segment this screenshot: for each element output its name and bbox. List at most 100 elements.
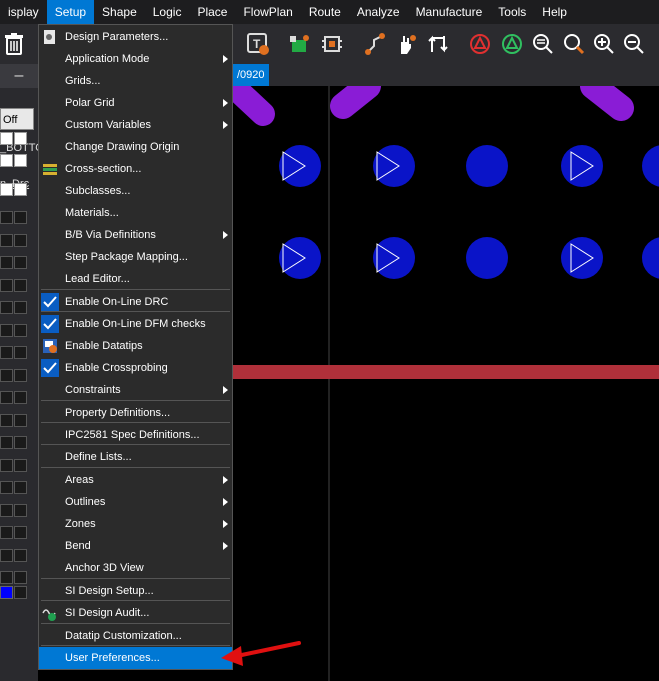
menu-item-polar-grid[interactable]: Polar Grid: [39, 92, 232, 114]
menu-item-zones[interactable]: Zones: [39, 513, 232, 535]
layer-color-swatch[interactable]: [0, 211, 13, 224]
zoom-fit-icon[interactable]: [560, 30, 588, 58]
menu-item-si-design-audit[interactable]: SI Design Audit...: [39, 602, 232, 624]
menu-item-define-lists[interactable]: Define Lists...: [39, 446, 232, 468]
menu-item-grids[interactable]: Grids...: [39, 70, 232, 92]
menu-item-lead-editor[interactable]: Lead Editor...: [39, 268, 232, 290]
menu-help[interactable]: Help: [534, 0, 575, 24]
layer-color-swatch[interactable]: [0, 526, 13, 539]
layer-color-swatch[interactable]: [0, 391, 13, 404]
layer-color-swatch[interactable]: [0, 154, 13, 167]
layer-color-swatch[interactable]: [14, 481, 27, 494]
menu-route[interactable]: Route: [301, 0, 349, 24]
drc-green-icon[interactable]: [498, 30, 526, 58]
layer-color-swatch[interactable]: [14, 586, 27, 599]
layer-color-swatch[interactable]: [0, 586, 13, 599]
menu-item-user-preferences[interactable]: User Preferences...: [39, 647, 232, 669]
menu-item-si-design-setup[interactable]: SI Design Setup...: [39, 580, 232, 602]
layer-color-swatch[interactable]: [14, 369, 27, 382]
menu-item-enable-crossprobing[interactable]: Enable Crossprobing: [39, 357, 232, 379]
drc-red-icon[interactable]: [466, 30, 494, 58]
layer-color-swatch[interactable]: [0, 436, 13, 449]
layer-color-swatch[interactable]: [0, 132, 13, 145]
menu-item-subclasses[interactable]: Subclasses...: [39, 180, 232, 202]
menu-item-property-definitions[interactable]: Property Definitions...: [39, 402, 232, 424]
route-icon[interactable]: [362, 30, 390, 58]
layer-color-swatch[interactable]: [14, 436, 27, 449]
menu-item-change-drawing-origin[interactable]: Change Drawing Origin: [39, 136, 232, 158]
menu-item-ipc2581-spec-definitions[interactable]: IPC2581 Spec Definitions...: [39, 424, 232, 446]
menu-item-datatip-customization[interactable]: Datatip Customization...: [39, 625, 232, 647]
zoom-in-icon[interactable]: [590, 30, 618, 58]
layer-color-swatch[interactable]: [0, 346, 13, 359]
layer-color-swatch[interactable]: [14, 526, 27, 539]
layer-color-swatch[interactable]: [14, 301, 27, 314]
delete-icon[interactable]: [0, 30, 28, 58]
menu-logic[interactable]: Logic: [145, 0, 190, 24]
layer-color-swatch[interactable]: [14, 459, 27, 472]
menu-item-design-parameters[interactable]: Design Parameters...: [39, 26, 232, 48]
menu-item-cross-section[interactable]: Cross-section...: [39, 158, 232, 180]
layer-color-swatch[interactable]: [14, 391, 27, 404]
menu-item-bend[interactable]: Bend: [39, 535, 232, 557]
layer-color-swatch[interactable]: [0, 324, 13, 337]
pcb-canvas[interactable]: [233, 86, 659, 681]
layer-color-swatch[interactable]: [0, 504, 13, 517]
menu-place[interactable]: Place: [189, 0, 235, 24]
menu-analyze[interactable]: Analyze: [349, 0, 408, 24]
menu-item-custom-variables[interactable]: Custom Variables: [39, 114, 232, 136]
layer-color-swatch[interactable]: [14, 256, 27, 269]
layer-color-swatch[interactable]: [14, 154, 27, 167]
menu-item-constraints[interactable]: Constraints: [39, 379, 232, 401]
menu-item-outlines[interactable]: Outlines: [39, 491, 232, 513]
layer-color-swatch[interactable]: [0, 234, 13, 247]
layer-color-swatch[interactable]: [0, 256, 13, 269]
layer-color-swatch[interactable]: [14, 211, 27, 224]
layer-color-swatch[interactable]: [14, 279, 27, 292]
menu-setup[interactable]: Setup: [46, 0, 95, 24]
design-tab[interactable]: /0920: [233, 64, 269, 86]
menu-item-materials[interactable]: Materials...: [39, 202, 232, 224]
off-toggle[interactable]: Off: [0, 108, 34, 130]
layer-color-swatch[interactable]: [14, 414, 27, 427]
layer-color-swatch[interactable]: [14, 346, 27, 359]
menu-flowplan[interactable]: FlowPlan: [235, 0, 300, 24]
layer-color-swatch[interactable]: [14, 183, 27, 196]
layer-color-swatch[interactable]: [0, 183, 13, 196]
menu-item-enable-on-line-drc[interactable]: Enable On-Line DRC: [39, 291, 232, 313]
menu-item-application-mode[interactable]: Application Mode: [39, 48, 232, 70]
hand-icon[interactable]: [392, 30, 420, 58]
setup-menu: Design Parameters... Application Mode Grid…: [38, 24, 233, 670]
layer-color-swatch[interactable]: [14, 504, 27, 517]
collapse-icon[interactable]: –: [0, 64, 38, 88]
zoom-list-icon[interactable]: [529, 30, 557, 58]
layer-color-swatch[interactable]: [14, 571, 27, 584]
component-icon[interactable]: [286, 30, 314, 58]
chip-icon[interactable]: [318, 30, 346, 58]
layer-color-swatch[interactable]: [0, 571, 13, 584]
text-icon[interactable]: T: [244, 30, 272, 58]
layer-color-swatch[interactable]: [14, 132, 27, 145]
slide-icon[interactable]: [424, 30, 452, 58]
menu-item-step-package-mapping[interactable]: Step Package Mapping...: [39, 246, 232, 268]
layer-color-swatch[interactable]: [0, 481, 13, 494]
menu-item-b-b-via-definitions[interactable]: B/B Via Definitions: [39, 224, 232, 246]
layer-color-swatch[interactable]: [0, 301, 13, 314]
layer-color-swatch[interactable]: [0, 549, 13, 562]
layer-color-swatch[interactable]: [14, 234, 27, 247]
menu-item-anchor-3d-view[interactable]: Anchor 3D View: [39, 557, 232, 579]
menu-item-enable-datatips[interactable]: Enable Datatips: [39, 335, 232, 357]
menu-item-enable-on-line-dfm-checks[interactable]: Enable On-Line DFM checks: [39, 313, 232, 335]
zoom-out-icon[interactable]: [620, 30, 648, 58]
menu-tools[interactable]: Tools: [490, 0, 534, 24]
menu-manufacture[interactable]: Manufacture: [408, 0, 491, 24]
menu-item-areas[interactable]: Areas: [39, 469, 232, 491]
menu-display[interactable]: isplay: [0, 0, 47, 24]
layer-color-swatch[interactable]: [0, 459, 13, 472]
layer-color-swatch[interactable]: [14, 549, 27, 562]
layer-color-swatch[interactable]: [0, 414, 13, 427]
layer-color-swatch[interactable]: [0, 279, 13, 292]
layer-color-swatch[interactable]: [14, 324, 27, 337]
menu-shape[interactable]: Shape: [94, 0, 145, 24]
layer-color-swatch[interactable]: [0, 369, 13, 382]
